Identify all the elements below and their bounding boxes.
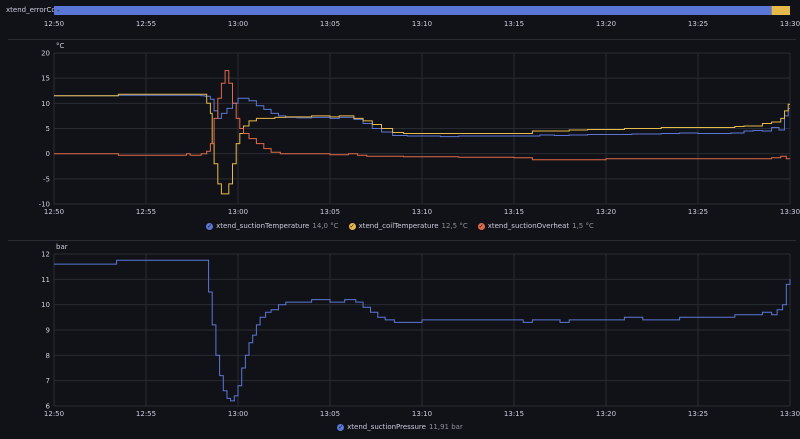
legend-check-icon[interactable]: ✓	[348, 222, 356, 230]
legend-last-value: 14,0 °C	[312, 222, 339, 230]
y-tick-label: 11	[41, 276, 50, 284]
legend-check-icon[interactable]: ✓	[206, 222, 214, 230]
x-tick-label: 12:55	[136, 20, 156, 28]
x-tick-label: 13:20	[596, 208, 616, 216]
y-tick-label: 15	[41, 75, 50, 83]
legend-series-name: xtend_coilTemperature	[358, 222, 439, 230]
x-tick-label: 13:15	[504, 20, 524, 28]
x-tick-label: 12:50	[44, 410, 64, 417]
legend-check-icon[interactable]: ✓	[477, 222, 485, 230]
pressure-legend: ✓ xtend_suctionPressure 11,91 bar	[0, 423, 800, 431]
temperature-panel: °C 20 15 10 5 0 -5 -10 12:50 12:55 13:00 13:05 13:10…	[0, 40, 800, 236]
x-tick-label: 12:50	[44, 208, 64, 216]
legend-item[interactable]: ✓ xtend_suctionTemperature 14,0 °C	[206, 222, 339, 230]
y-tick-label: 7	[46, 377, 50, 385]
x-tick-label: 13:10	[412, 410, 432, 417]
error-code-panel: xtend_errorCode -12:50 12:55 13:00 13:05 13:1…	[0, 0, 800, 36]
y-tick-label: 5	[46, 125, 50, 133]
x-tick-label: 13:30	[780, 20, 800, 28]
temperature-chart: °C20151050-5-1012:50 12:55 13:00 13:05 13:10…	[39, 42, 800, 216]
legend-item[interactable]: ✓ xtend_suctionPressure 11,91 bar	[337, 423, 463, 431]
pressure-panel: bar 12 11 10 9 8 7 6 12:50 12:55 13:00 13:05 13:10 13…	[0, 241, 800, 439]
x-tick-label: 13:25	[688, 20, 708, 28]
x-tick-label: 13:05	[320, 208, 340, 216]
x-tick-label: 13:20	[596, 410, 616, 417]
x-tick-label: 13:20	[596, 20, 616, 28]
y-tick-label: 10	[41, 301, 50, 309]
x-tick-label: 13:10	[412, 20, 432, 28]
error-code-timeline: xtend_errorCode-12:50 12:55 13:00 13:05 13:1…	[6, 6, 800, 28]
legend-item[interactable]: ✓ xtend_coilTemperature 12,5 °C	[348, 222, 468, 230]
y-tick-label: 10	[41, 100, 50, 108]
legend-series-name: xtend_suctionOverheat	[487, 222, 570, 230]
legend-last-value: 1,5 °C	[572, 222, 594, 230]
y-tick-label: -5	[43, 175, 50, 183]
x-tick-label: 13:00	[228, 410, 248, 417]
x-tick-label: 13:15	[504, 410, 524, 417]
x-tick-label: 13:05	[320, 410, 340, 417]
state-bar	[54, 6, 772, 15]
y-tick-label: 8	[46, 352, 50, 360]
state-bar	[771, 6, 790, 15]
temperature-legend: ✓ xtend_suctionTemperature 14,0 °C ✓ xtend_c…	[0, 222, 800, 230]
y-tick-label: 9	[46, 327, 50, 335]
x-tick-label: 13:25	[688, 208, 708, 216]
x-tick-label: 13:00	[228, 208, 248, 216]
pressure-chart: bar121110987612:50 12:55 13:00 13:05 13:10 13…	[41, 243, 800, 418]
y-unit-label: °C	[56, 42, 65, 50]
x-tick-label: 12:50	[44, 20, 64, 28]
y-unit-label: bar	[56, 243, 68, 251]
x-tick-label: 13:10	[412, 208, 432, 216]
x-tick-label: 13:05	[320, 20, 340, 28]
y-tick-label: 0	[46, 150, 50, 158]
legend-last-value: 11,91 bar	[428, 423, 463, 431]
y-tick-label: 20	[41, 50, 50, 58]
legend-check-icon[interactable]: ✓	[337, 423, 345, 431]
x-tick-label: 12:55	[136, 410, 156, 417]
x-tick-label: 13:15	[504, 208, 524, 216]
x-tick-label: 13:25	[688, 410, 708, 417]
y-tick-label: 12	[41, 251, 50, 259]
x-tick-label: 13:00	[228, 20, 248, 28]
legend-last-value: 12,5 °C	[441, 222, 468, 230]
legend-item[interactable]: ✓ xtend_suctionOverheat 1,5 °C	[477, 222, 594, 230]
legend-series-name: xtend_suctionTemperature	[216, 222, 310, 230]
x-tick-label: 12:55	[136, 208, 156, 216]
legend-series-name: xtend_suctionPressure	[347, 423, 426, 431]
x-tick-label: 13:30	[780, 410, 800, 417]
x-tick-label: 13:30	[780, 208, 800, 216]
